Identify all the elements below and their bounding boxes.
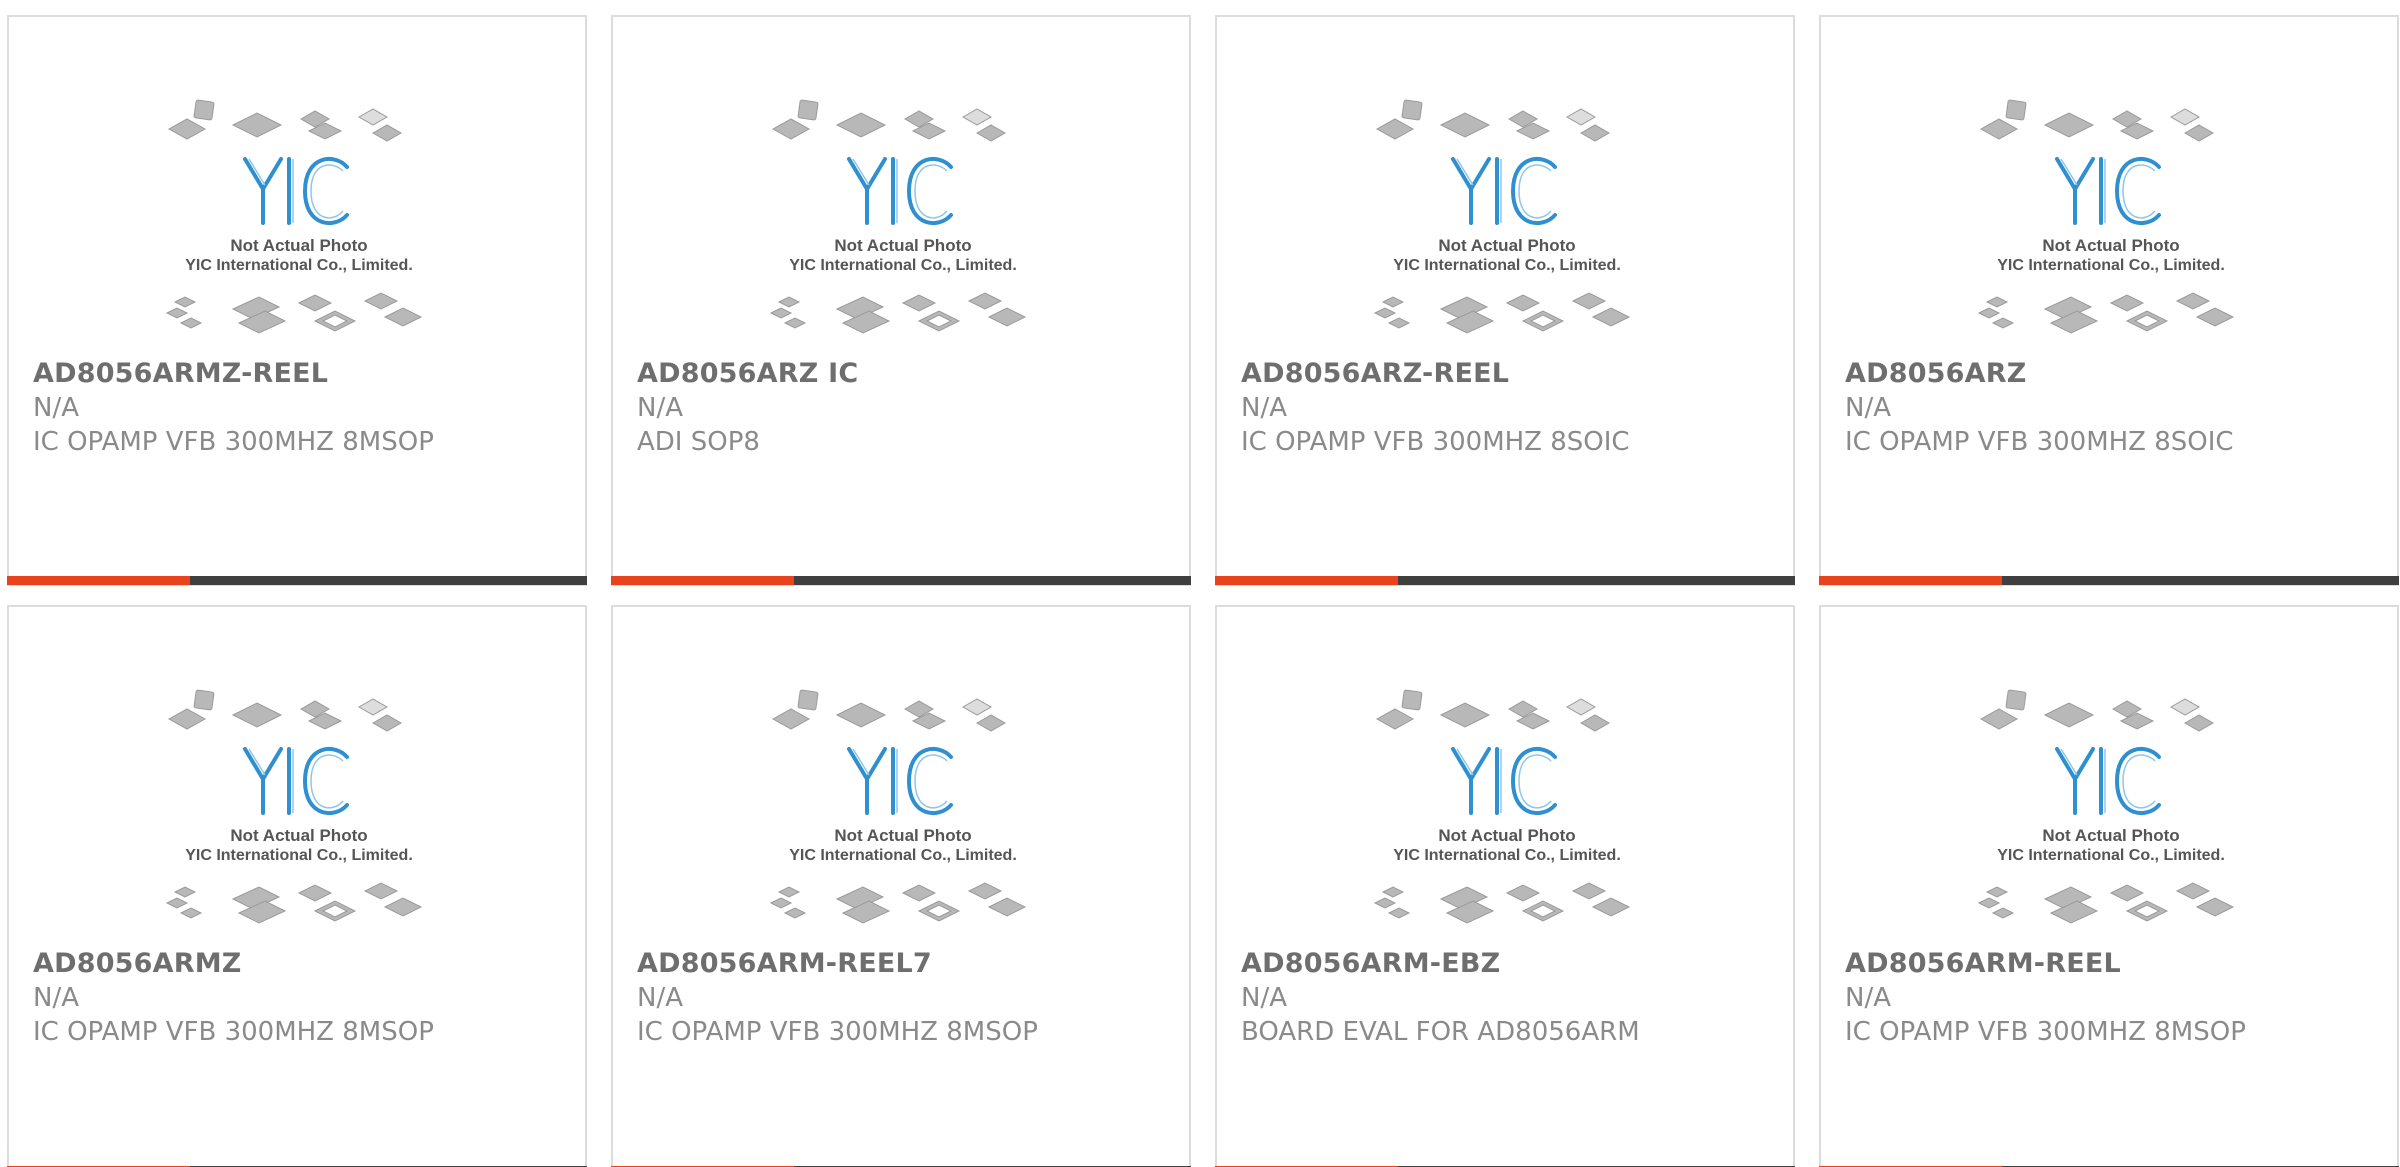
product-placeholder-image[interactable]: Not Actual Photo YIC International Co., … <box>1367 97 1647 367</box>
placeholder-caption-line1: Not Actual Photo <box>2042 236 2179 255</box>
product-description: IC OPAMP VFB 300MHZ 8MSOP <box>637 1017 1038 1047</box>
product-placeholder-image[interactable]: Not Actual Photo YIC International Co., … <box>1971 687 2251 957</box>
product-placeholder-image[interactable]: Not Actual Photo YIC International Co., … <box>1971 97 2251 367</box>
placeholder-caption-line2: YIC International Co., Limited. <box>185 847 413 864</box>
placeholder-caption-line2: YIC International Co., Limited. <box>789 847 1017 864</box>
product-description: IC OPAMP VFB 300MHZ 8SOIC <box>1845 427 2234 457</box>
product-description: IC OPAMP VFB 300MHZ 8SOIC <box>1241 427 1630 457</box>
product-placeholder-image[interactable]: Not Actual Photo YIC International Co., … <box>1367 687 1647 957</box>
product-part-number[interactable]: AD8056ARZ IC <box>637 358 858 389</box>
product-card[interactable]: Not Actual Photo YIC International Co., … <box>1819 605 2399 1167</box>
placeholder-caption-line1: Not Actual Photo <box>2042 826 2179 845</box>
product-placeholder-image[interactable]: Not Actual Photo YIC International Co., … <box>763 687 1043 957</box>
placeholder-caption-line1: Not Actual Photo <box>834 826 971 845</box>
product-card[interactable]: Not Actual Photo YIC International Co., … <box>1819 15 2399 586</box>
product-manufacturer: N/A <box>1845 393 1891 423</box>
product-manufacturer: N/A <box>637 393 683 423</box>
product-part-number[interactable]: AD8056ARM-REEL <box>1845 948 2121 979</box>
card-bottom-bar <box>7 576 587 585</box>
placeholder-caption-line1: Not Actual Photo <box>1438 236 1575 255</box>
product-placeholder-image[interactable]: Not Actual Photo YIC International Co., … <box>763 97 1043 367</box>
card-bottom-bar <box>1819 576 2399 585</box>
card-bottom-bar <box>611 576 1191 585</box>
placeholder-caption-line2: YIC International Co., Limited. <box>1393 847 1621 864</box>
placeholder-caption-line1: Not Actual Photo <box>834 236 971 255</box>
product-card[interactable]: Not Actual Photo YIC International Co., … <box>7 605 587 1167</box>
product-part-number[interactable]: AD8056ARMZ <box>33 948 242 979</box>
card-bottom-bar <box>1215 576 1795 585</box>
product-manufacturer: N/A <box>33 393 79 423</box>
product-placeholder-image[interactable]: Not Actual Photo YIC International Co., … <box>159 97 439 367</box>
product-card[interactable]: Not Actual Photo YIC International Co., … <box>611 605 1191 1167</box>
product-card[interactable]: Not Actual Photo YIC International Co., … <box>611 15 1191 586</box>
placeholder-caption-line2: YIC International Co., Limited. <box>1393 257 1621 274</box>
product-card[interactable]: Not Actual Photo YIC International Co., … <box>7 15 587 586</box>
placeholder-caption-line1: Not Actual Photo <box>230 826 367 845</box>
product-manufacturer: N/A <box>33 983 79 1013</box>
product-manufacturer: N/A <box>637 983 683 1013</box>
product-placeholder-image[interactable]: Not Actual Photo YIC International Co., … <box>159 687 439 957</box>
product-description: IC OPAMP VFB 300MHZ 8MSOP <box>1845 1017 2246 1047</box>
card-accent-bar <box>7 576 190 585</box>
card-accent-bar <box>1215 576 1398 585</box>
product-manufacturer: N/A <box>1241 983 1287 1013</box>
product-description: ADI SOP8 <box>637 427 760 457</box>
placeholder-caption-line2: YIC International Co., Limited. <box>789 257 1017 274</box>
card-accent-bar <box>1819 576 2002 585</box>
placeholder-caption-line2: YIC International Co., Limited. <box>1997 257 2225 274</box>
product-part-number[interactable]: AD8056ARMZ-REEL <box>33 358 328 389</box>
product-part-number[interactable]: AD8056ARM-EBZ <box>1241 948 1500 979</box>
product-part-number[interactable]: AD8056ARM-REEL7 <box>637 948 932 979</box>
product-card[interactable]: Not Actual Photo YIC International Co., … <box>1215 605 1795 1167</box>
product-part-number[interactable]: AD8056ARZ <box>1845 358 2027 389</box>
product-description: IC OPAMP VFB 300MHZ 8MSOP <box>33 1017 434 1047</box>
product-description: BOARD EVAL FOR AD8056ARM <box>1241 1017 1640 1047</box>
product-part-number[interactable]: AD8056ARZ-REEL <box>1241 358 1509 389</box>
placeholder-caption-line2: YIC International Co., Limited. <box>185 257 413 274</box>
placeholder-caption-line1: Not Actual Photo <box>230 236 367 255</box>
product-manufacturer: N/A <box>1241 393 1287 423</box>
product-description: IC OPAMP VFB 300MHZ 8MSOP <box>33 427 434 457</box>
product-card[interactable]: Not Actual Photo YIC International Co., … <box>1215 15 1795 586</box>
product-manufacturer: N/A <box>1845 983 1891 1013</box>
card-accent-bar <box>611 576 794 585</box>
placeholder-caption-line2: YIC International Co., Limited. <box>1997 847 2225 864</box>
product-grid: Not Actual Photo YIC International Co., … <box>7 15 2400 1167</box>
placeholder-caption-line1: Not Actual Photo <box>1438 826 1575 845</box>
